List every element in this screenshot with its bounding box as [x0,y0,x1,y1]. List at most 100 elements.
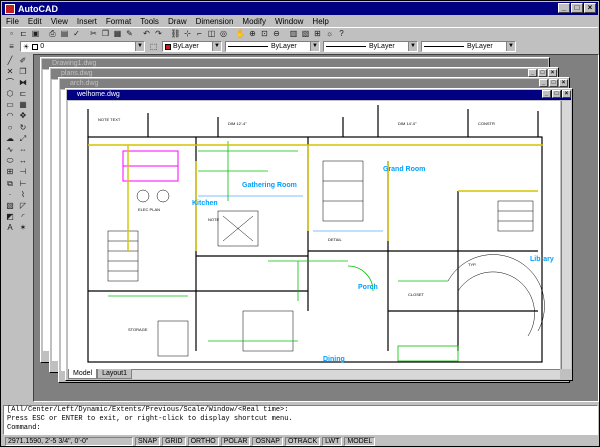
chevron-down-icon[interactable]: ▼ [506,42,515,51]
circle-icon[interactable]: ○ [4,122,16,133]
menu-format[interactable]: Format [106,17,131,26]
undo-icon[interactable]: ↶ [141,29,152,40]
color-dropdown[interactable]: ByLayer ▼ [162,41,222,52]
menu-modify[interactable]: Modify [242,17,266,26]
extend-icon[interactable]: ⊢ [17,178,29,189]
linetype-dropdown[interactable]: ByLayer ▼ [225,41,320,52]
close-button[interactable]: × [562,90,571,98]
model-toggle[interactable]: MODEL [344,437,376,446]
multiline-text-icon[interactable]: A [4,223,16,234]
move-icon[interactable]: ✥ [17,111,29,122]
menu-help[interactable]: Help [312,17,328,26]
save-icon[interactable]: ▣ [30,29,41,40]
layer-properties-icon[interactable]: ≡ [6,41,17,52]
lineweight-dropdown[interactable]: ByLayer ▼ [323,41,418,52]
menu-tools[interactable]: Tools [140,17,159,26]
line-icon[interactable]: ╱ [4,55,16,66]
properties-icon[interactable]: ▥ [288,29,299,40]
document-window-welhome[interactable]: welhome.dwg _ □ × NOTE TEXT DIM 12'-4" D… [65,88,573,381]
maximize-button[interactable]: □ [549,79,558,87]
coordinate-readout[interactable]: 2971.1590, 2'-5 3/4", 0'-0" [5,437,133,446]
tab-layout1[interactable]: Layout1 [97,369,132,379]
otrack-toggle[interactable]: OTRACK [284,437,321,446]
menu-window[interactable]: Window [275,17,303,26]
command-prompt[interactable]: Command: [7,424,597,433]
print-preview-icon[interactable]: ▤ [59,29,70,40]
mirror-icon[interactable]: ⧓ [17,77,29,88]
spell-check-icon[interactable]: ✓ [71,29,82,40]
hyperlink-icon[interactable]: ⛓ [170,29,181,40]
paste-icon[interactable]: ▦ [112,29,123,40]
break-icon[interactable]: ⌇ [17,189,29,200]
chevron-down-icon[interactable]: ▼ [212,42,221,51]
vertical-scrollbar[interactable] [561,101,571,369]
array-icon[interactable]: ▦ [17,100,29,111]
lwt-toggle[interactable]: LWT [322,437,343,446]
zoom-realtime-icon[interactable]: ⊕ [247,29,258,40]
layer-dropdown[interactable]: ☀ 0 ▼ [20,41,145,52]
menu-dimension[interactable]: Dimension [196,17,234,26]
snap-toggle[interactable]: SNAP [135,437,161,446]
chevron-down-icon[interactable]: ▼ [310,42,319,51]
chevron-down-icon[interactable]: ▼ [135,42,144,51]
menu-insert[interactable]: Insert [77,17,97,26]
open-icon[interactable]: ⊏ [18,29,29,40]
pan-icon[interactable]: ✋ [235,29,246,40]
erase-icon[interactable]: ✐ [17,55,29,66]
zoom-previous-icon[interactable]: ⊖ [271,29,282,40]
grid-toggle[interactable]: GRID [162,437,186,446]
make-object-layer-current-icon[interactable]: ⬚ [148,41,159,52]
active-document-title[interactable]: welhome.dwg [67,90,571,100]
point-icon[interactable]: · [4,189,16,200]
close-button[interactable]: × [548,69,557,77]
close-button[interactable]: × [584,3,596,13]
horizontal-scrollbar[interactable] [132,369,560,379]
match-properties-icon[interactable]: ✎ [124,29,135,40]
today-icon[interactable]: ☼ [324,29,335,40]
new-icon[interactable]: ▫ [6,29,17,40]
osnap-toggle[interactable]: OSNAP [252,437,283,446]
copy-object-icon[interactable]: ❐ [17,66,29,77]
plotstyle-dropdown[interactable]: ByLayer ▼ [421,41,516,52]
command-window[interactable]: [All/Center/Left/Dynamic/Extents/Previou… [3,405,598,435]
floor-plan-canvas[interactable]: NOTE TEXT DIM 12'-4" DIM 14'-0" CONSTR E… [68,101,560,369]
maximize-button[interactable]: □ [538,69,547,77]
polar-toggle[interactable]: POLAR [220,437,251,446]
rotate-icon[interactable]: ↻ [17,122,29,133]
tab-model[interactable]: Model [68,369,98,379]
region-icon[interactable]: ◩ [4,212,16,223]
menu-file[interactable]: File [6,17,19,26]
3d-orbit-icon[interactable]: ◎ [218,29,229,40]
revcloud-icon[interactable]: ☁ [4,133,16,144]
construction-line-icon[interactable]: ✕ [4,66,16,77]
named-views-icon[interactable]: ◫ [206,29,217,40]
lengthen-icon[interactable]: ↔ [17,156,29,167]
minimize-button[interactable]: _ [558,3,570,13]
stretch-icon[interactable]: ⇔ [17,145,29,156]
trim-icon[interactable]: ⊣ [17,167,29,178]
fillet-icon[interactable]: ◜ [17,212,29,223]
make-block-icon[interactable]: ⧉ [4,178,16,189]
copy-icon[interactable]: ❐ [100,29,111,40]
menu-edit[interactable]: Edit [28,17,42,26]
rectangle-icon[interactable]: ▭ [4,100,16,111]
dbconnect-icon[interactable]: ⊞ [312,29,323,40]
minimize-button[interactable]: _ [539,79,548,87]
insert-block-icon[interactable]: ⊞ [4,167,16,178]
polygon-icon[interactable]: ⬡ [4,89,16,100]
help-icon[interactable]: ? [336,29,347,40]
menu-view[interactable]: View [51,17,68,26]
offset-icon[interactable]: ⊏ [17,89,29,100]
menu-draw[interactable]: Draw [168,17,187,26]
ortho-toggle[interactable]: ORTHO [187,437,219,446]
explode-icon[interactable]: ✶ [17,223,29,234]
arc-icon[interactable]: ◠ [4,111,16,122]
scale-icon[interactable]: ⤢ [17,133,29,144]
maximize-button[interactable]: □ [552,90,561,98]
design-center-icon[interactable]: ▧ [300,29,311,40]
minimize-button[interactable]: _ [528,69,537,77]
zoom-window-icon[interactable]: ⊡ [259,29,270,40]
ucs-icon[interactable]: ⌐ [194,29,205,40]
polyline-icon[interactable]: ⌒ [4,77,16,88]
close-button[interactable]: × [559,79,568,87]
